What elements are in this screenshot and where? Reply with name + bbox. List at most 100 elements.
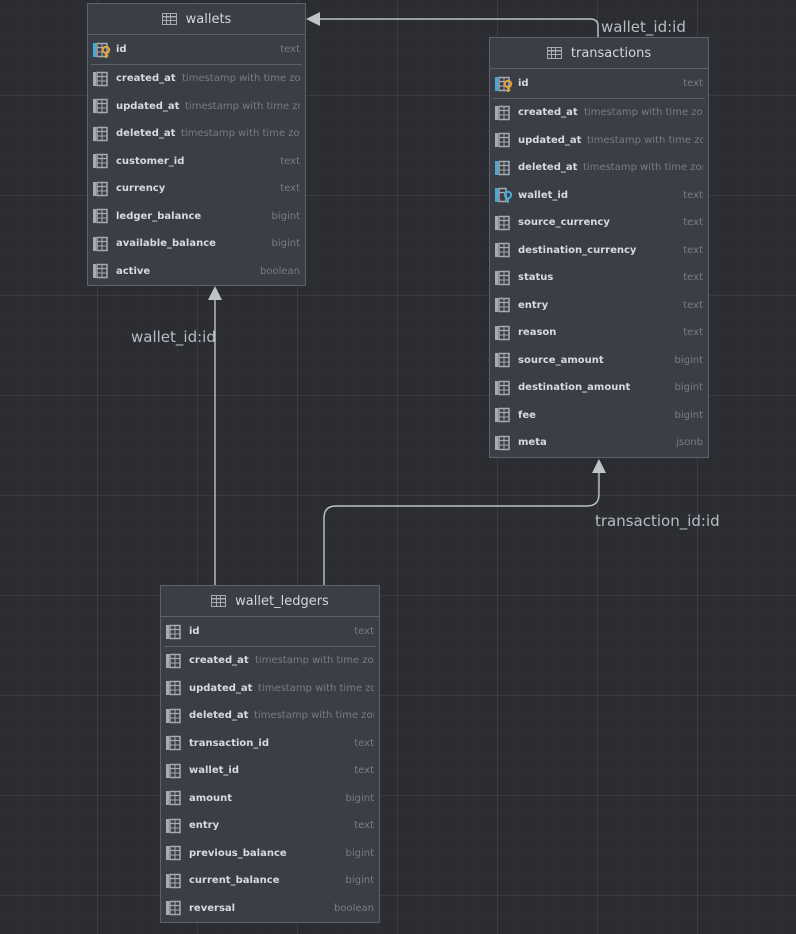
table-rows: id text created_at timestamp with time zone…: [161, 617, 379, 922]
column-name: amount: [189, 792, 233, 804]
column-name: created_at: [189, 655, 249, 667]
column-row[interactable]: amount bigint: [161, 785, 379, 813]
column-type: bigint: [345, 847, 374, 859]
arrowhead-wallets-right: [306, 12, 320, 26]
column-row[interactable]: deleted_at timestamp with time zone: [161, 702, 379, 730]
column-icon: [166, 735, 184, 751]
column-name: deleted_at: [518, 162, 578, 174]
table-header[interactable]: wallets: [88, 4, 305, 35]
column-icon: [495, 215, 513, 231]
column-type: text: [354, 737, 374, 749]
column-name: updated_at: [189, 682, 253, 694]
primary-key-icon: [93, 42, 111, 58]
column-type: text: [280, 183, 300, 195]
column-icon: [495, 352, 513, 368]
connector-transactions-wallets[interactable]: [318, 18, 599, 38]
table-header[interactable]: transactions: [490, 38, 708, 69]
column-icon: [93, 126, 111, 142]
column-type: text: [354, 765, 374, 777]
column-type: timestamp with time zone: [185, 100, 300, 112]
column-icon: [166, 680, 184, 696]
column-row[interactable]: currency text: [88, 175, 305, 203]
column-name: current_balance: [189, 875, 280, 887]
column-row[interactable]: source_currency text: [490, 209, 708, 237]
column-icon: [93, 153, 111, 169]
column-name: id: [116, 44, 127, 55]
column-icon: [93, 263, 111, 279]
relation-label-left: wallet_id:id: [131, 328, 216, 346]
column-icon: [495, 242, 513, 258]
column-row[interactable]: deleted_at timestamp with time zone: [88, 120, 305, 148]
column-name: source_amount: [518, 354, 604, 366]
column-row[interactable]: created_at timestamp with time zone: [161, 647, 379, 675]
table-transactions[interactable]: transactions id text created_at timestamp w…: [489, 37, 709, 458]
table-wallets[interactable]: wallets id text created_at timestamp with t…: [87, 3, 306, 286]
column-row[interactable]: wallet_id text: [490, 182, 708, 210]
column-row[interactable]: ledger_balance bigint: [88, 203, 305, 231]
column-name: currency: [116, 183, 166, 195]
column-type: boolean: [334, 902, 374, 914]
table-header[interactable]: wallet_ledgers: [161, 586, 379, 617]
column-row[interactable]: destination_currency text: [490, 237, 708, 265]
column-row[interactable]: deleted_at timestamp with time zone: [490, 154, 708, 182]
column-name: ledger_balance: [116, 210, 202, 222]
column-row[interactable]: meta jsonb: [490, 429, 708, 457]
column-row[interactable]: updated_at timestamp with time zone: [88, 93, 305, 121]
column-type: boolean: [260, 265, 300, 277]
column-row[interactable]: updated_at timestamp with time zone: [490, 127, 708, 155]
column-row[interactable]: active boolean: [88, 258, 305, 286]
column-type: text: [683, 299, 703, 311]
column-row[interactable]: customer_id text: [88, 148, 305, 176]
column-icon: [93, 181, 111, 197]
column-row[interactable]: destination_amount bigint: [490, 374, 708, 402]
column-icon: [93, 208, 111, 224]
column-row[interactable]: created_at timestamp with time zone: [490, 99, 708, 127]
primary-key-row[interactable]: id text: [490, 69, 708, 98]
column-row[interactable]: current_balance bigint: [161, 867, 379, 895]
column-icon: [495, 407, 513, 423]
column-icon: [166, 763, 184, 779]
column-name: active: [116, 265, 151, 277]
column-type: timestamp with time zone: [254, 710, 374, 722]
table-title: wallet_ledgers: [235, 593, 329, 609]
column-row[interactable]: reason text: [490, 319, 708, 347]
arrowhead-transactions-bottom: [592, 459, 606, 473]
column-row[interactable]: reversal boolean: [161, 895, 379, 923]
table-title: transactions: [570, 45, 652, 61]
column-name: created_at: [116, 73, 176, 85]
table-title: wallets: [185, 11, 232, 27]
column-row[interactable]: updated_at timestamp with time zone: [161, 675, 379, 703]
column-row[interactable]: created_at timestamp with time zone: [88, 65, 305, 93]
column-type: timestamp with time zone: [258, 682, 374, 694]
column-name: created_at: [518, 107, 578, 119]
column-name: status: [518, 272, 554, 284]
column-icon: [495, 380, 513, 396]
column-name: id: [518, 78, 529, 89]
column-name: available_balance: [116, 238, 216, 250]
primary-key-row[interactable]: id text: [88, 35, 305, 64]
column-row[interactable]: status text: [490, 264, 708, 292]
column-row[interactable]: wallet_id text: [161, 757, 379, 785]
primary-key-row[interactable]: id text: [161, 617, 379, 646]
diagram-canvas[interactable]: wallet_id:id wallet_id:id transaction_id…: [0, 0, 796, 934]
column-row[interactable]: source_amount bigint: [490, 347, 708, 375]
column-type: bigint: [271, 210, 300, 222]
column-type: timestamp with time zone: [181, 128, 300, 140]
table-rows: id text created_at timestamp with time zone…: [88, 35, 305, 285]
column-row[interactable]: entry text: [490, 292, 708, 320]
column-icon: [495, 132, 513, 148]
connector-ledgers-transactions[interactable]: [323, 472, 600, 585]
column-row[interactable]: entry text: [161, 812, 379, 840]
column-row[interactable]: available_balance bigint: [88, 230, 305, 258]
column-icon: [166, 818, 184, 834]
column-name: reversal: [189, 902, 236, 914]
table-wallet-ledgers[interactable]: wallet_ledgers id text created_at timestamp…: [160, 585, 380, 923]
column-row[interactable]: fee bigint: [490, 402, 708, 430]
column-type: text: [354, 820, 374, 832]
column-row[interactable]: previous_balance bigint: [161, 840, 379, 868]
column-type: bigint: [345, 875, 374, 887]
column-type: text: [683, 272, 703, 284]
column-row[interactable]: transaction_id text: [161, 730, 379, 758]
column-icon: [166, 708, 184, 724]
column-icon: [495, 297, 513, 313]
